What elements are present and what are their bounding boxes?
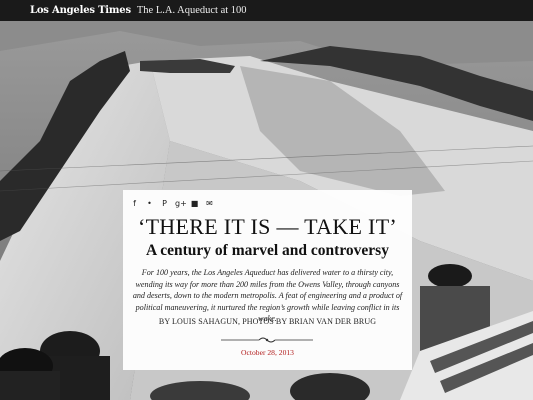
subheadline: A century of marvel and controversy xyxy=(146,242,389,259)
section-title[interactable]: The L.A. Aqueduct at 100 xyxy=(137,5,247,16)
byline: BY LOUIS SAHAGUN, PHOTOS BY BRIAN VAN DE… xyxy=(158,317,377,326)
publish-date: October 28, 2013 xyxy=(241,348,294,357)
comment-icon[interactable]: ■ xyxy=(190,199,199,208)
headline: ‘THERE IT IS — TAKE IT’ xyxy=(137,214,398,239)
pinterest-icon[interactable]: P xyxy=(160,199,169,208)
top-bar: Los Angeles Times The L.A. Aqueduct at 1… xyxy=(0,0,533,21)
facebook-icon[interactable]: f xyxy=(130,199,139,208)
la-times-logo[interactable]: Los Angeles Times xyxy=(30,5,131,16)
share-toolbar: f • P g+ ■ ✉ xyxy=(130,199,214,208)
googleplus-icon[interactable]: g+ xyxy=(175,199,187,208)
ornament-divider xyxy=(221,337,313,343)
article-card: f • P g+ ■ ✉ ‘THERE IT IS — TAKE IT’ A c… xyxy=(123,190,412,370)
twitter-icon[interactable]: • xyxy=(145,199,154,208)
email-icon[interactable]: ✉ xyxy=(205,199,214,208)
